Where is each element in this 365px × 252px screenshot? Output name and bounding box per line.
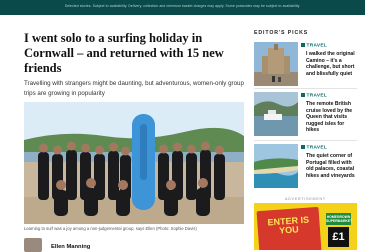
- category-marker-icon: [301, 145, 305, 149]
- pick-category[interactable]: TRAVEL: [301, 93, 327, 99]
- ad-brand-box: HOMEGROWN SUPERMARKET: [326, 213, 353, 225]
- pick-category-label: TRAVEL: [306, 93, 328, 99]
- divider: [254, 140, 357, 141]
- surf-group-photo: [24, 102, 244, 224]
- article-standfirst: Travelling with strangers might be daunt…: [24, 80, 244, 97]
- coastline-photo: [254, 144, 298, 188]
- pick-thumbnail[interactable]: [254, 92, 298, 136]
- category-marker-icon: [301, 93, 305, 97]
- pick-thumbnail[interactable]: [254, 144, 298, 188]
- ad-poster: ENTER IS YOU: [256, 206, 322, 250]
- hero-photo: [24, 102, 244, 224]
- pick-category-label: TRAVEL: [306, 145, 328, 151]
- ad-poster-text: ENTER IS YOU: [267, 214, 310, 236]
- pick-title[interactable]: The quiet corner of Portugal filled with…: [306, 153, 358, 179]
- article-headline: I went solo to a surfing holiday in Corn…: [24, 31, 224, 75]
- photo-caption: Learning to surf was a joy among a non-j…: [24, 226, 197, 231]
- pick-item-portugal[interactable]: TRAVEL The quiet corner of Portugal fill…: [254, 144, 357, 192]
- editors-picks-heading: EDITOR'S PICKS: [254, 30, 309, 36]
- author-name[interactable]: Ellen Manning: [51, 244, 90, 250]
- pick-item-camino[interactable]: TRAVEL I walked the original Camino – it…: [254, 42, 357, 90]
- advertisement-label: ADVERTISEMENT: [285, 197, 326, 201]
- banner-note: Selected stories. Subject to availabilit…: [64, 4, 301, 8]
- top-banner: Selected stories. Subject to availabilit…: [0, 0, 365, 15]
- cathedral-photo: [254, 42, 298, 86]
- advertisement-banner[interactable]: ENTER IS YOU HOMEGROWN SUPERMARKET £1: [254, 203, 357, 250]
- divider: [254, 88, 357, 89]
- pick-category-label: TRAVEL: [306, 43, 328, 49]
- ad-price: £1: [328, 227, 349, 247]
- cruise-ship-photo: [254, 92, 298, 136]
- pick-title[interactable]: The remote British cruise loved by the Q…: [306, 101, 358, 134]
- category-marker-icon: [301, 43, 305, 47]
- pick-category[interactable]: TRAVEL: [301, 145, 327, 151]
- pick-title[interactable]: I walked the original Camino – it's a ch…: [306, 51, 358, 77]
- pick-category[interactable]: TRAVEL: [301, 43, 327, 49]
- pick-item-cruise[interactable]: TRAVEL The remote British cruise loved b…: [254, 92, 357, 140]
- pick-thumbnail[interactable]: [254, 42, 298, 86]
